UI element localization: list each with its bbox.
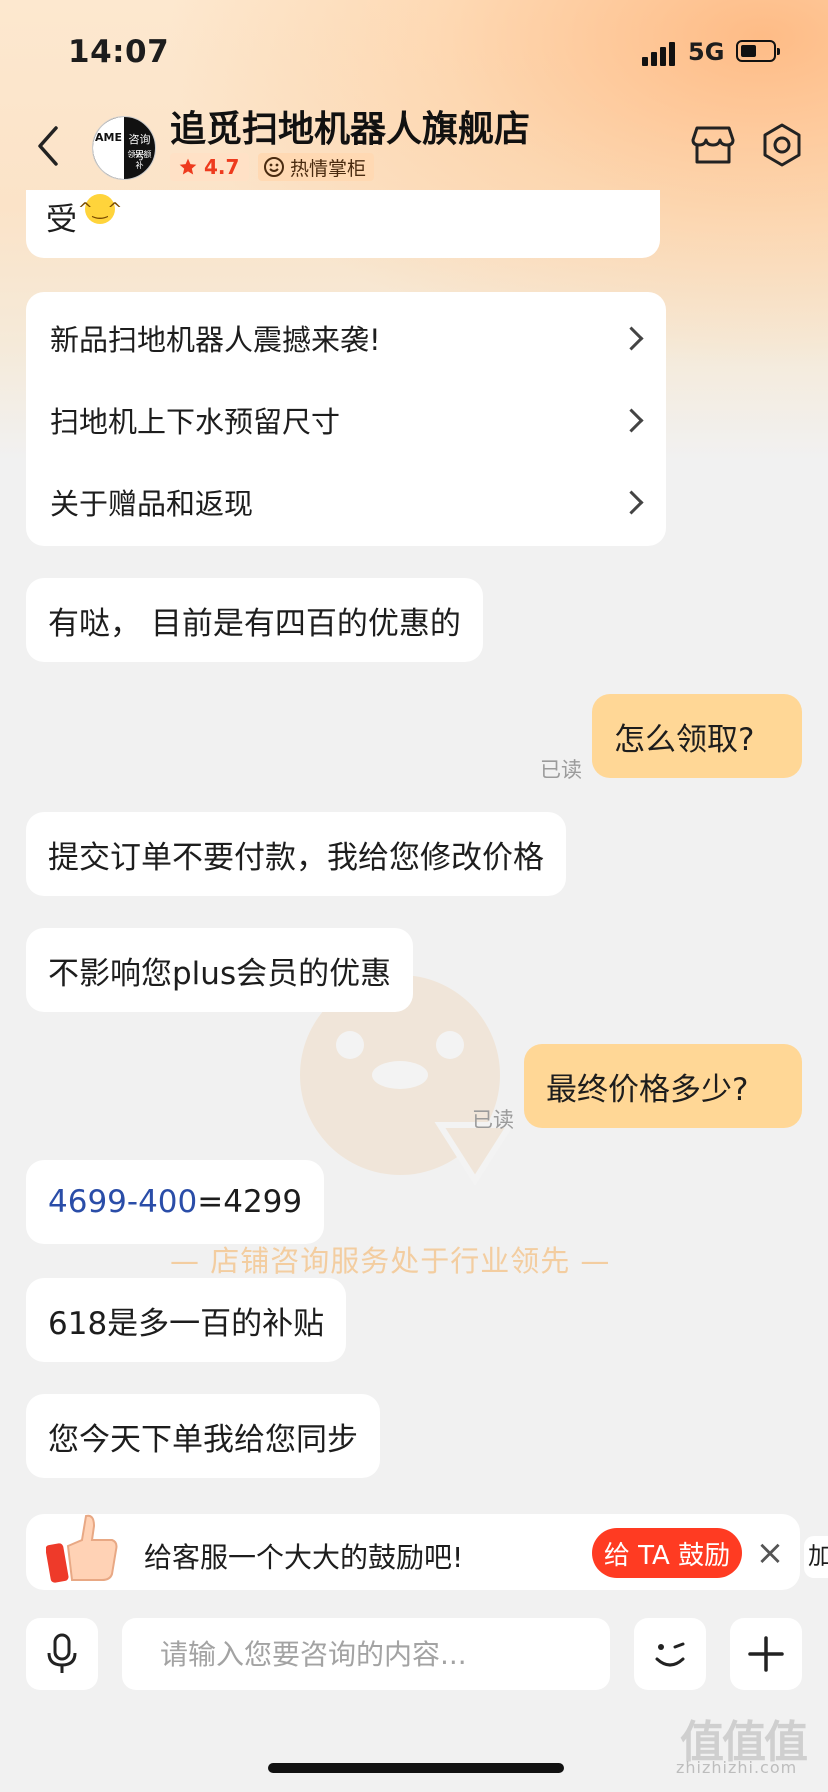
- side-add-tag[interactable]: 加: [804, 1536, 828, 1578]
- thumbs-up-icon: [46, 1514, 118, 1583]
- site-watermark-url: zhizhizhi.com: [676, 1758, 798, 1777]
- close-icon[interactable]: ×: [756, 1533, 785, 1573]
- faq-card: 新品扫地机器人震撼来袭! 扫地机上下水预留尺寸 关于赠品和返现: [26, 292, 666, 546]
- message-bubble-agent: 提交订单不要付款，我给您修改价格: [26, 812, 566, 896]
- home-indicator[interactable]: [268, 1763, 564, 1773]
- battery-icon: [736, 40, 780, 62]
- plus-icon: [748, 1636, 784, 1672]
- message-bubble-agent: 4699-400 =4299: [26, 1160, 325, 1244]
- faq-item[interactable]: 扫地机上下水预留尺寸: [50, 378, 646, 462]
- partial-text: 受: [46, 202, 77, 238]
- read-receipt: 已读: [540, 758, 582, 782]
- avatar-text-left: AME: [95, 131, 122, 144]
- more-button[interactable]: [730, 1618, 802, 1690]
- message-bubble-agent: 618是多一百的补贴: [26, 1278, 347, 1362]
- message-bubble-user: 最终价格多少?: [524, 1044, 802, 1128]
- signal-icon: [642, 42, 678, 66]
- message-partial: 受 ^‿^: [26, 190, 660, 258]
- message-bubble-user: 怎么领取?: [592, 694, 802, 778]
- wink-face-icon: [655, 1642, 685, 1667]
- faq-label: 关于赠品和返现: [50, 487, 254, 521]
- rating-value: 4.7: [204, 155, 240, 179]
- message-bubble-agent: 不影响您plus会员的优惠: [26, 928, 414, 1012]
- message-input[interactable]: [122, 1618, 610, 1690]
- watermark-text: — 店铺咨询服务处于行业领先 —: [170, 1244, 611, 1278]
- avatar-text-small: 领大额补: [127, 150, 152, 170]
- microphone-icon: [47, 1633, 77, 1673]
- voice-button[interactable]: [26, 1618, 98, 1690]
- store-name[interactable]: 追觅扫地机器人旗舰店: [170, 100, 530, 152]
- price-link[interactable]: 4699-400: [48, 1184, 197, 1220]
- star-icon: [179, 158, 197, 175]
- settings-button[interactable]: [759, 122, 805, 168]
- message-bubble-agent: 有哒， 目前是有四百的优惠的: [26, 578, 483, 662]
- emoji-button[interactable]: [634, 1618, 706, 1690]
- faq-item[interactable]: 关于赠品和返现: [50, 460, 646, 544]
- encourage-text: 给客服一个大大的鼓励吧!: [144, 1541, 464, 1574]
- status-time: 14:07: [68, 34, 170, 70]
- badge-label: 热情掌柜: [290, 157, 367, 180]
- grin-emoji-icon: ^‿^: [78, 194, 122, 224]
- faq-label: 扫地机上下水预留尺寸: [50, 405, 341, 439]
- read-receipt: 已读: [472, 1108, 514, 1132]
- store-avatar[interactable]: AME 咨询号 领大额补: [92, 116, 156, 180]
- network-type: 5G: [688, 38, 725, 66]
- gear-icon: [763, 123, 801, 167]
- shop-button[interactable]: [690, 122, 736, 168]
- smile-badge-icon: [264, 157, 284, 177]
- chevron-right-icon: [619, 489, 644, 515]
- chevron-left-icon: [38, 126, 58, 166]
- chevron-right-icon: [619, 325, 644, 351]
- shopkeeper-badge: 热情掌柜: [258, 153, 375, 181]
- store-icon: [691, 126, 735, 164]
- chevron-right-icon: [619, 407, 644, 433]
- faq-item[interactable]: 新品扫地机器人震撼来袭!: [50, 296, 646, 380]
- back-button[interactable]: [28, 118, 68, 174]
- faq-label: 新品扫地机器人震撼来袭!: [50, 323, 381, 357]
- price-result: =4299: [197, 1184, 303, 1220]
- message-bubble-agent: 您今天下单我给您同步: [26, 1394, 380, 1478]
- encourage-button[interactable]: 给 TA 鼓励: [592, 1528, 742, 1578]
- store-rating: 4.7: [170, 153, 250, 181]
